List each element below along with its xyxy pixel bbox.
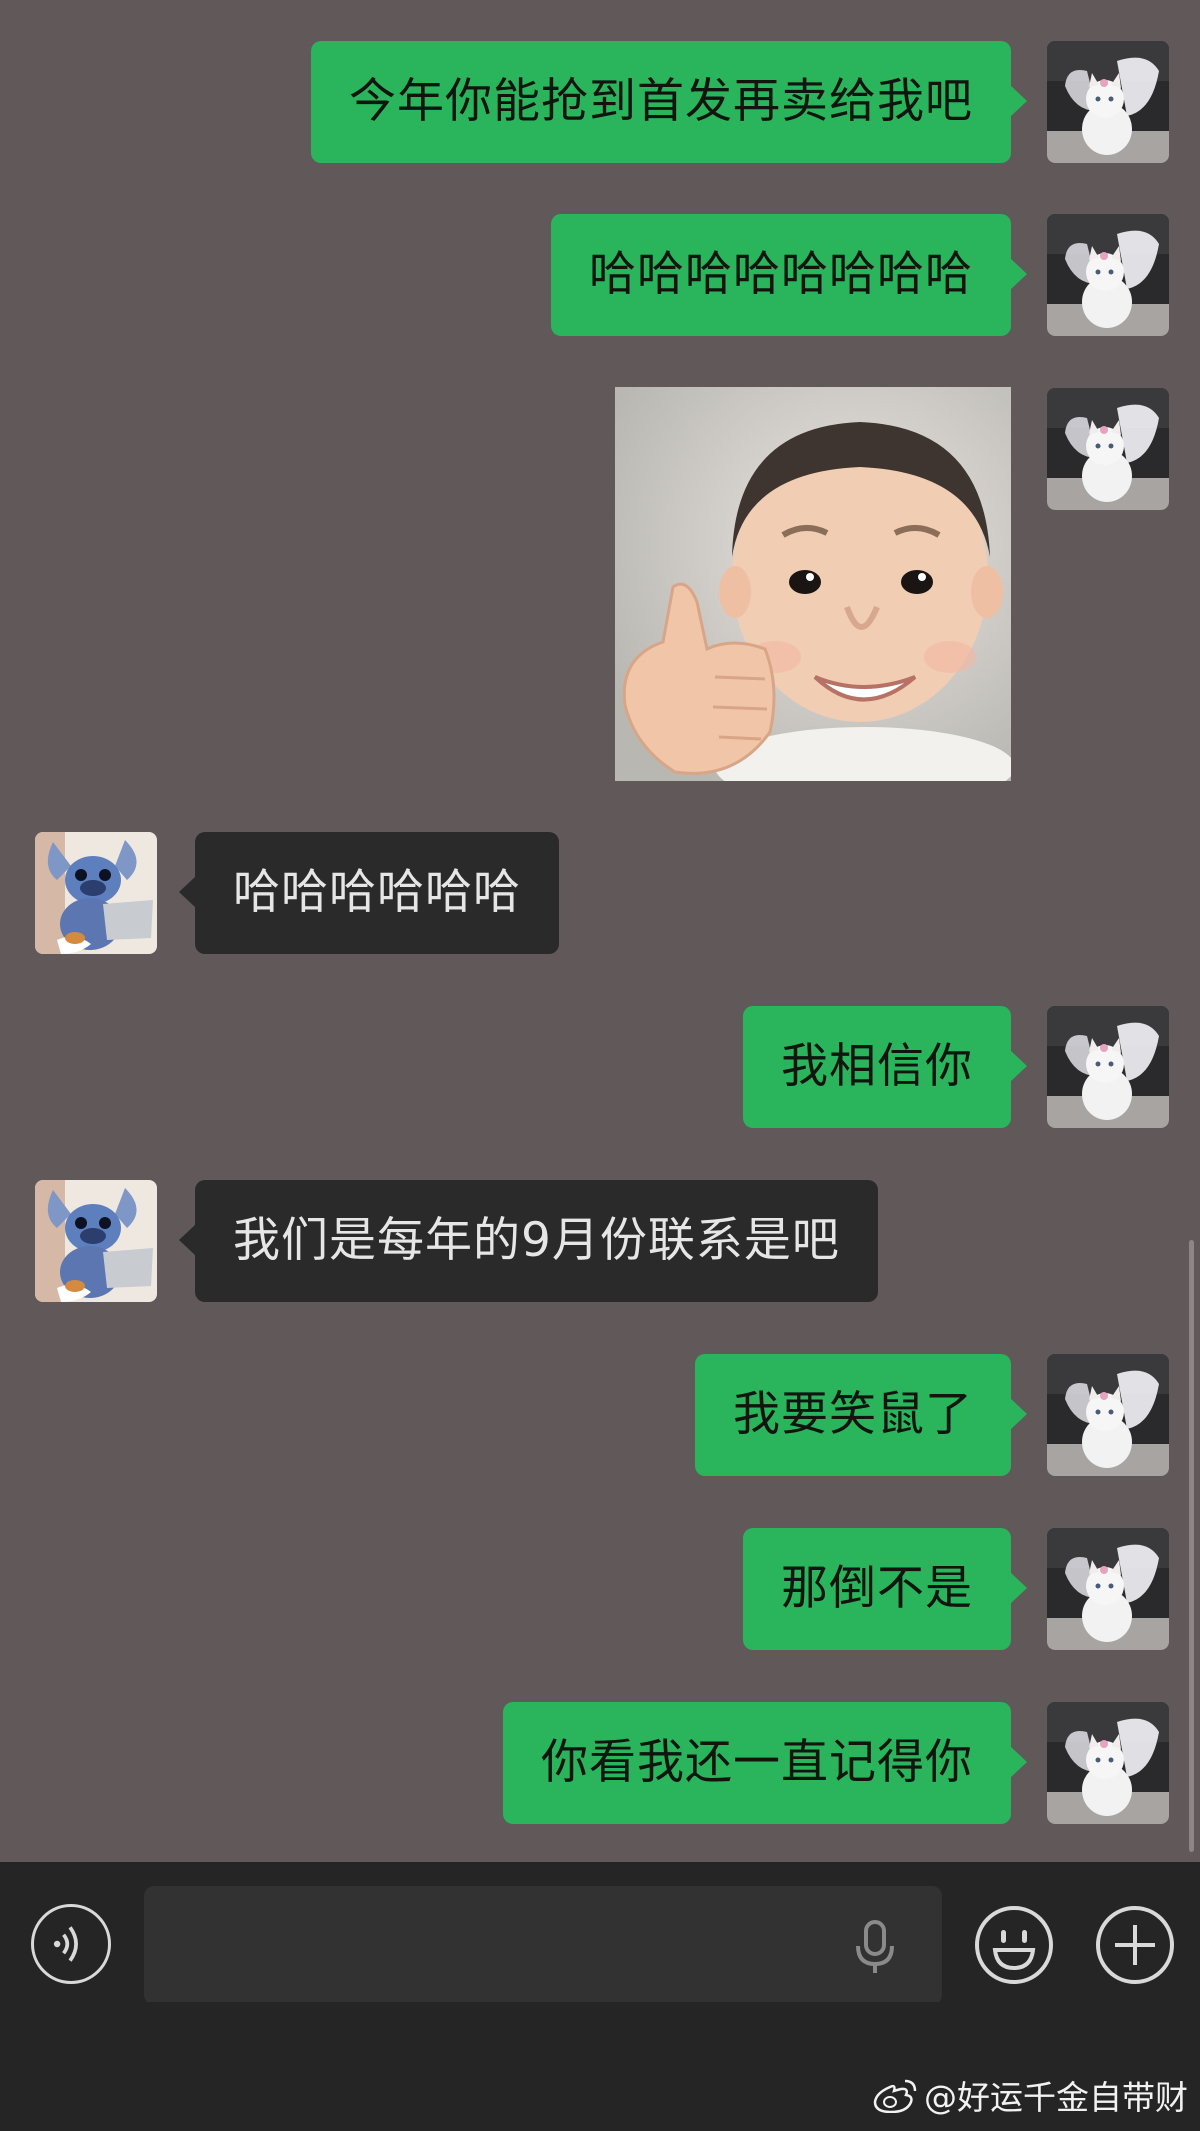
- my-avatar[interactable]: [1047, 1006, 1169, 1128]
- message-row: 哈哈哈哈哈哈哈哈: [0, 214, 1200, 336]
- message-bubble-received[interactable]: 哈哈哈哈哈哈: [179, 832, 559, 954]
- plus-icon[interactable]: [1094, 1904, 1176, 1986]
- emoji-icon[interactable]: [973, 1904, 1055, 1986]
- message-row: 今年你能抢到首发再卖给我吧: [0, 41, 1200, 163]
- message-row: 我们是每年的9月份联系是吧: [0, 1180, 1200, 1302]
- my-avatar[interactable]: [1047, 1354, 1169, 1476]
- bottom-safe-area: @好运千金自带财: [0, 2002, 1200, 2131]
- message-bubble-sent[interactable]: 今年你能抢到首发再卖给我吧: [311, 41, 1027, 163]
- my-avatar[interactable]: [1047, 214, 1169, 336]
- contact-avatar[interactable]: [35, 1180, 157, 1302]
- message-row: 那倒不是: [0, 1528, 1200, 1650]
- watermark-text: @好运千金自带财: [924, 2078, 1188, 2117]
- my-avatar[interactable]: [1047, 1702, 1169, 1824]
- message-row: 哈哈哈哈哈哈: [0, 832, 1200, 954]
- message-row: [0, 388, 1200, 510]
- message-bubble-sent[interactable]: 哈哈哈哈哈哈哈哈: [551, 214, 1027, 336]
- message-row: 你看我还一直记得你: [0, 1702, 1200, 1824]
- chat-area[interactable]: 今年你能抢到首发再卖给我吧 哈哈哈哈哈哈哈哈 哈哈哈哈哈哈 我相信你 我们是每年…: [0, 0, 1200, 1862]
- message-bubble-received[interactable]: 我们是每年的9月份联系是吧: [179, 1180, 878, 1302]
- voice-toggle-button[interactable]: [31, 1904, 111, 1984]
- my-avatar[interactable]: [1047, 388, 1169, 510]
- contact-avatar[interactable]: [35, 832, 157, 954]
- message-bubble-sent[interactable]: 我要笑鼠了: [695, 1354, 1027, 1476]
- message-bubble-sent[interactable]: 你看我还一直记得你: [503, 1702, 1027, 1824]
- weibo-logo-icon: [873, 2079, 917, 2113]
- my-avatar[interactable]: [1047, 1528, 1169, 1650]
- baby-thumbs-up-sticker[interactable]: [615, 387, 1011, 781]
- message-bubble-sent[interactable]: 我相信你: [743, 1006, 1027, 1128]
- message-bubble-sent[interactable]: 那倒不是: [743, 1528, 1027, 1650]
- message-row: 我相信你: [0, 1006, 1200, 1128]
- microphone-icon[interactable]: [850, 1918, 900, 1976]
- message-input[interactable]: [144, 1886, 942, 2005]
- scrollbar[interactable]: [1189, 1240, 1194, 1852]
- my-avatar[interactable]: [1047, 41, 1169, 163]
- voice-toggle-icon: [53, 1926, 78, 1962]
- message-row: 我要笑鼠了: [0, 1354, 1200, 1476]
- watermark: @好运千金自带财: [872, 2071, 1188, 2119]
